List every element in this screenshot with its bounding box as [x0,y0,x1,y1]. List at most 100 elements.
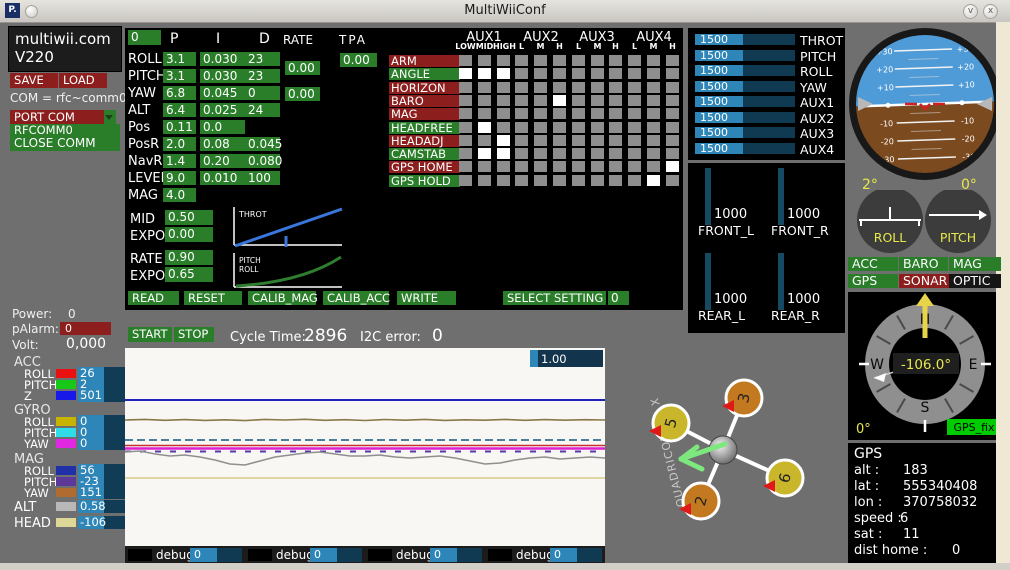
aux-checkbox[interactable] [534,122,547,133]
aux-checkbox[interactable] [609,161,622,172]
pid-d-field[interactable]: 100 [245,171,280,185]
aux-checkbox[interactable] [572,68,585,79]
aux-checkbox[interactable] [572,175,585,186]
select-setting-button[interactable]: SELECT SETTING [503,291,606,305]
aux-checkbox[interactable] [647,135,660,146]
save-button[interactable]: SAVE [10,73,58,88]
aux-checkbox[interactable] [628,68,641,79]
aux-checkbox[interactable] [572,122,585,133]
aux-checkbox[interactable] [459,108,472,119]
tpa-field[interactable]: 0.00 [340,53,377,67]
pid-p-field[interactable]: 0.11 [163,120,196,134]
aux-checkbox[interactable] [534,55,547,66]
aux-checkbox[interactable] [478,161,491,172]
pid-p-field[interactable]: 1.4 [163,154,196,168]
calib-acc-button[interactable]: CALIB_ACC [323,291,390,305]
close-icon[interactable]: x [983,4,998,19]
reset-button[interactable]: RESET [184,291,242,305]
aux-checkbox[interactable] [666,68,679,79]
aux-checkbox[interactable] [628,161,641,172]
aux-checkbox[interactable] [534,161,547,172]
aux-checkbox[interactable] [572,55,585,66]
pid-i-field[interactable]: 0.030 [200,69,245,83]
rate-yaw-field[interactable]: 0.00 [285,87,320,101]
write-button[interactable]: WRITE [397,291,456,305]
aux-checkbox[interactable] [534,108,547,119]
sensor-toggle-sonar[interactable]: SONAR [899,274,951,288]
aux-checkbox[interactable] [478,55,491,66]
pid-i-field[interactable]: 0.08 [200,137,245,151]
pid-p-field[interactable]: 9.0 [163,171,196,185]
aux-checkbox[interactable] [628,55,641,66]
aux-checkbox[interactable] [459,135,472,146]
pid-profile-box[interactable]: 0 [128,30,161,45]
aux-checkbox[interactable] [572,82,585,93]
aux-checkbox[interactable] [515,82,528,93]
aux-checkbox[interactable] [591,135,604,146]
pid-d-field[interactable]: 0.045 [245,137,282,151]
pid-d-field[interactable]: 24 [245,103,280,117]
aux-checkbox[interactable] [647,68,660,79]
port-com-button[interactable]: PORT COM [10,110,104,124]
aux-checkbox[interactable] [534,148,547,159]
aux-checkbox[interactable] [609,68,622,79]
aux-checkbox[interactable] [459,68,472,79]
aux-checkbox[interactable] [666,175,679,186]
aux-checkbox[interactable] [647,148,660,159]
aux-checkbox[interactable] [572,95,585,106]
aux-checkbox[interactable] [609,122,622,133]
aux-checkbox[interactable] [591,95,604,106]
aux-checkbox[interactable] [666,82,679,93]
aux-checkbox[interactable] [628,108,641,119]
pid-p-field[interactable]: 3.1 [163,52,196,66]
calib-mag-button[interactable]: CALIB_MAG [248,291,318,305]
aux-checkbox[interactable] [628,122,641,133]
aux-checkbox[interactable] [628,148,641,159]
aux-checkbox[interactable] [497,108,510,119]
aux-checkbox[interactable] [572,161,585,172]
aux-checkbox[interactable] [553,161,566,172]
aux-checkbox[interactable] [497,122,510,133]
aux-checkbox[interactable] [459,175,472,186]
sensor-toggle-acc[interactable]: ACC [848,257,898,271]
port-option-rfcomm0[interactable]: RFCOMM0 [10,124,120,136]
aux-checkbox[interactable] [497,148,510,159]
aux-checkbox[interactable] [459,148,472,159]
aux-checkbox[interactable] [609,175,622,186]
aux-checkbox[interactable] [478,68,491,79]
aux-checkbox[interactable] [591,55,604,66]
aux-checkbox[interactable] [647,95,660,106]
aux-checkbox[interactable] [459,55,472,66]
aux-checkbox[interactable] [459,161,472,172]
close-comm-button[interactable]: CLOSE COMM [10,136,120,151]
aux-checkbox[interactable] [478,122,491,133]
aux-checkbox[interactable] [515,161,528,172]
pid-p-field[interactable]: 4.0 [163,188,196,202]
aux-checkbox[interactable] [647,108,660,119]
aux-checkbox[interactable] [628,82,641,93]
sensor-toggle-mag[interactable]: MAG [949,257,1001,271]
aux-checkbox[interactable] [459,122,472,133]
aux-checkbox[interactable] [553,95,566,106]
sensor-toggle-gps[interactable]: GPS [848,274,898,288]
aux-checkbox[interactable] [478,95,491,106]
aux-checkbox[interactable] [478,175,491,186]
aux-checkbox[interactable] [647,82,660,93]
aux-checkbox[interactable] [515,68,528,79]
aux-checkbox[interactable] [609,148,622,159]
aux-checkbox[interactable] [534,175,547,186]
aux-checkbox[interactable] [534,82,547,93]
aux-checkbox[interactable] [609,108,622,119]
pid-p-field[interactable]: 2.0 [163,137,196,151]
pid-i-field[interactable]: 0.025 [200,103,245,117]
aux-checkbox[interactable] [553,175,566,186]
aux-checkbox[interactable] [628,175,641,186]
aux-checkbox[interactable] [666,95,679,106]
palarm-field[interactable]: 0 [60,322,111,335]
aux-checkbox[interactable] [666,55,679,66]
aux-checkbox[interactable] [647,122,660,133]
load-button[interactable]: LOAD [59,73,107,88]
aux-checkbox[interactable] [497,175,510,186]
aux-checkbox[interactable] [591,82,604,93]
aux-checkbox[interactable] [478,135,491,146]
